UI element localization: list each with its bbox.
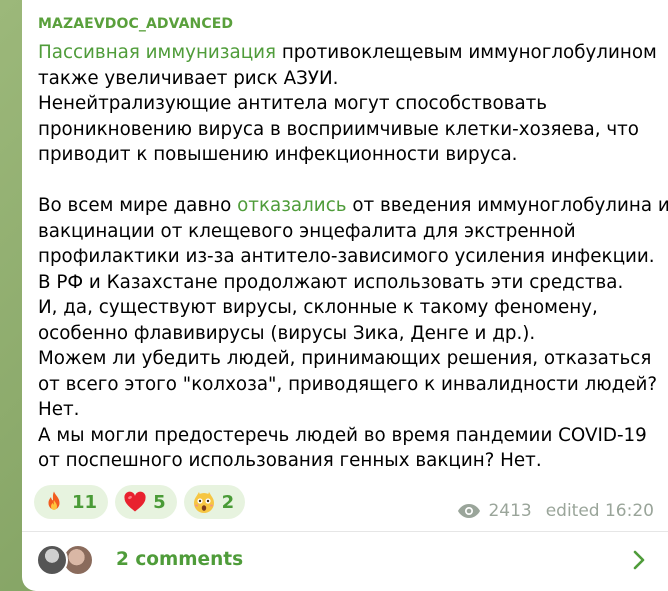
- comments-bar[interactable]: 2 comments: [22, 532, 668, 591]
- message-line: от всего этого "колхоза", приводящего к …: [38, 373, 658, 395]
- message-line: от поспешного использования генных вакци…: [38, 450, 542, 471]
- views-count: 2413: [488, 501, 532, 521]
- message-line: особенно флавивирусы (вирусы Зика, Денге…: [38, 322, 536, 344]
- comments-count-label[interactable]: 2 comments: [116, 549, 243, 570]
- message-line: вакцинации от клещевого энцефалита для э…: [38, 220, 576, 242]
- fire-emoji-icon: [48, 491, 60, 510]
- message-line: В РФ и Казахстане продолжают использоват…: [38, 271, 624, 293]
- message-line: Ненейтрализующие антитела могут способст…: [38, 93, 548, 114]
- avatar: [36, 544, 68, 576]
- message-line: Пассивная иммунизация противоклещевым им…: [38, 42, 657, 63]
- views-eye-icon: [458, 504, 481, 518]
- message-line: А мы могли предостеречь людей во время п…: [38, 424, 647, 446]
- message-line: И, да, существуют вирусы, склонные к так…: [38, 297, 598, 318]
- chevron-right-icon: [633, 550, 645, 570]
- message-line: Во всем мире давно отказались от введени…: [38, 195, 668, 216]
- reaction-shocked[interactable]: 2: [183, 485, 246, 519]
- message-line: приводит к повышению инфекционности виру…: [38, 144, 518, 165]
- message-line: профилактики из-за антитело-зависимого у…: [38, 246, 655, 267]
- message-line: Можем ли убедить людей, принимающих реше…: [38, 348, 652, 369]
- reaction-heart[interactable]: 5: [115, 485, 177, 519]
- reactions-bar: 11 5 2: [34, 485, 246, 519]
- reaction-fire[interactable]: 11: [34, 485, 109, 519]
- shocked-face-emoji-icon: [193, 492, 214, 513]
- reaction-count: 5: [153, 491, 166, 513]
- message-meta: 2413 edited 16:20: [457, 501, 654, 521]
- message-text: Пассивная иммунизация противоклещевым им…: [38, 40, 668, 474]
- passive-immunization-link[interactable]: Пассивная иммунизация: [38, 42, 276, 63]
- refused-link[interactable]: отказались: [237, 195, 346, 216]
- reaction-count: 2: [221, 491, 235, 513]
- reaction-count: 11: [72, 491, 98, 513]
- channel-name[interactable]: MAZAEVDOC_ADVANCED: [38, 16, 233, 32]
- message-line: также увеличивает риск АЗУИ.: [38, 67, 339, 89]
- edited-timestamp: edited 16:20: [545, 501, 654, 521]
- message-line: Нет.: [38, 399, 80, 420]
- heart-emoji-icon: [124, 491, 146, 512]
- message-line: проникновению вируса в восприимчивые кле…: [38, 118, 639, 140]
